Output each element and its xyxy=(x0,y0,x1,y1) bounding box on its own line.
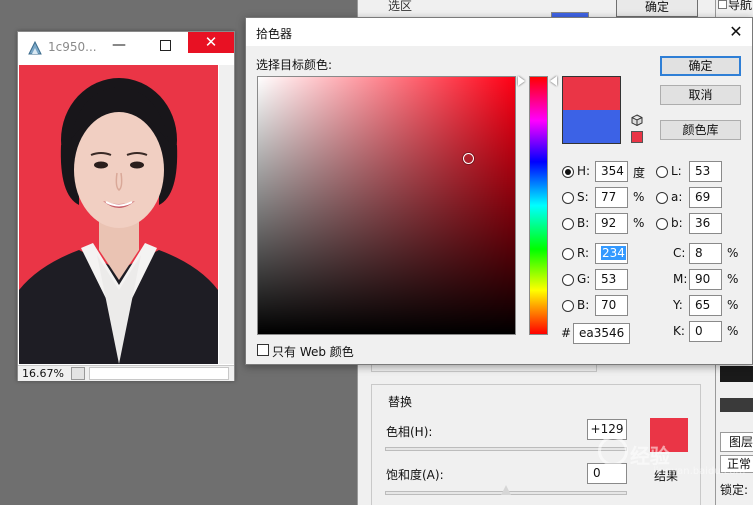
dialog-title: 拾色器 xyxy=(256,27,293,41)
hex-label: # xyxy=(561,326,572,340)
radio-blue[interactable] xyxy=(562,300,574,312)
color-field[interactable] xyxy=(257,76,516,335)
only-web-colors-label: 只有 Web 颜色 xyxy=(272,345,354,359)
field-b-unit: % xyxy=(633,216,645,230)
field-k-unit: % xyxy=(727,324,739,338)
hex-input[interactable]: ea3546 xyxy=(573,323,630,344)
color-libraries-button[interactable]: 颜色库 xyxy=(660,120,741,140)
color-picker-dialog: 拾色器 ✕ 选择目标颜色: 只有 Web 颜色 确定 取消 颜色库 H: 354… xyxy=(245,17,753,365)
field-c-unit: % xyxy=(727,246,739,260)
field-h-label: H: xyxy=(577,164,591,178)
field-blue-label: B: xyxy=(577,298,590,312)
dock-checkbox[interactable] xyxy=(718,0,727,9)
field-b-input[interactable]: 92 xyxy=(595,213,628,234)
saturation-input[interactable]: 0 xyxy=(587,463,627,484)
field-a-label: a: xyxy=(671,190,683,204)
field-k-label: K: xyxy=(673,324,685,338)
status-menu-button[interactable] xyxy=(71,367,85,380)
document-title: 1c950... xyxy=(48,40,97,54)
field-g-input[interactable]: 53 xyxy=(595,269,628,290)
dock-label: 导航 xyxy=(728,0,753,12)
only-web-colors-checkbox[interactable] xyxy=(257,344,269,356)
zoom-level[interactable]: 16.67% xyxy=(22,367,64,380)
hue-slider[interactable] xyxy=(529,76,548,335)
select-target-label: 选择目标颜色: xyxy=(256,58,333,72)
maximize-button[interactable] xyxy=(149,32,179,60)
ok-button[interactable]: 确定 xyxy=(660,56,741,76)
field-a-input[interactable]: 69 xyxy=(689,187,722,208)
field-l-label: L: xyxy=(671,164,682,178)
field-y-input[interactable]: 65 xyxy=(689,295,722,316)
radio-red[interactable] xyxy=(562,248,574,260)
field-m-input[interactable]: 90 xyxy=(689,269,722,290)
horizontal-scrollbar[interactable] xyxy=(89,367,229,380)
field-c-input[interactable]: 8 xyxy=(689,243,722,264)
radio-saturation[interactable] xyxy=(562,192,574,204)
image-canvas[interactable] xyxy=(19,65,218,364)
radio-lab-b[interactable] xyxy=(656,218,668,230)
selection-label: 选区 xyxy=(388,0,413,13)
radio-hue[interactable] xyxy=(562,166,574,178)
radio-lab-a[interactable] xyxy=(656,192,668,204)
field-blue-input[interactable]: 70 xyxy=(595,295,628,316)
field-r-selected-text: 234 xyxy=(601,246,626,260)
hue-label: 色相(H): xyxy=(386,425,433,439)
cancel-button[interactable]: 取消 xyxy=(660,85,741,105)
field-h-input[interactable]: 354 xyxy=(595,161,628,182)
field-h-unit: 度 xyxy=(633,166,646,180)
hue-slider-arrow-left[interactable] xyxy=(518,76,525,86)
cube-icon[interactable] xyxy=(631,114,643,129)
field-r-label: R: xyxy=(577,246,590,260)
web-safe-swatch[interactable] xyxy=(631,131,643,143)
radio-lab-l[interactable] xyxy=(656,166,668,178)
field-s-label: S: xyxy=(577,190,589,204)
field-r-input[interactable]: 234 xyxy=(595,243,628,264)
field-c-label: C: xyxy=(673,246,686,260)
baidu-paw-logo xyxy=(598,436,628,466)
close-button[interactable]: ✕ xyxy=(188,32,234,53)
vertical-scrollbar[interactable] xyxy=(219,65,234,364)
dock-dark-bar xyxy=(720,398,753,412)
hue-slider[interactable] xyxy=(385,447,627,451)
watermark-text: 经验 xyxy=(630,444,670,468)
replace-group-title: 替换 xyxy=(385,393,416,410)
minimize-button[interactable]: — xyxy=(104,32,134,60)
dock-dark-bar xyxy=(720,366,753,382)
document-titlebar[interactable]: 1c950... — ✕ xyxy=(18,32,234,62)
field-l-input[interactable]: 53 xyxy=(689,161,722,182)
field-y-unit: % xyxy=(727,298,739,312)
field-s-unit: % xyxy=(633,190,645,204)
field-s-input[interactable]: 77 xyxy=(595,187,628,208)
current-color-swatch[interactable] xyxy=(562,110,621,144)
watermark-url: jingyan.baidu.com xyxy=(653,466,746,477)
replace-ok-button[interactable]: 确定 xyxy=(616,0,698,17)
field-g-label: G: xyxy=(577,272,591,286)
maximize-icon xyxy=(160,40,171,51)
close-button[interactable]: ✕ xyxy=(724,20,748,44)
saturation-slider-thumb[interactable] xyxy=(501,485,511,495)
color-cursor[interactable] xyxy=(463,153,474,164)
tab-layers[interactable]: 图层 xyxy=(720,432,753,452)
photoshop-file-icon xyxy=(27,40,43,56)
field-y-label: Y: xyxy=(673,298,683,312)
hue-slider-arrow-right[interactable] xyxy=(550,76,557,86)
field-m-unit: % xyxy=(727,272,739,286)
field-lab-b-input[interactable]: 36 xyxy=(689,213,722,234)
color-picker-titlebar[interactable]: 拾色器 ✕ xyxy=(246,18,752,46)
field-b-label: B: xyxy=(577,216,590,230)
portrait-photo xyxy=(19,65,218,364)
radio-green[interactable] xyxy=(562,274,574,286)
radio-brightness[interactable] xyxy=(562,218,574,230)
saturation-label: 饱和度(A): xyxy=(386,468,444,482)
new-color-swatch xyxy=(562,76,621,110)
lock-label: 锁定: xyxy=(720,483,749,497)
document-statusbar: 16.67% xyxy=(18,365,234,381)
field-lab-b-label: b: xyxy=(671,216,683,230)
field-m-label: M: xyxy=(673,272,688,286)
document-window: 1c950... — ✕ 16.67% xyxy=(17,31,235,381)
field-k-input[interactable]: 0 xyxy=(689,321,722,342)
